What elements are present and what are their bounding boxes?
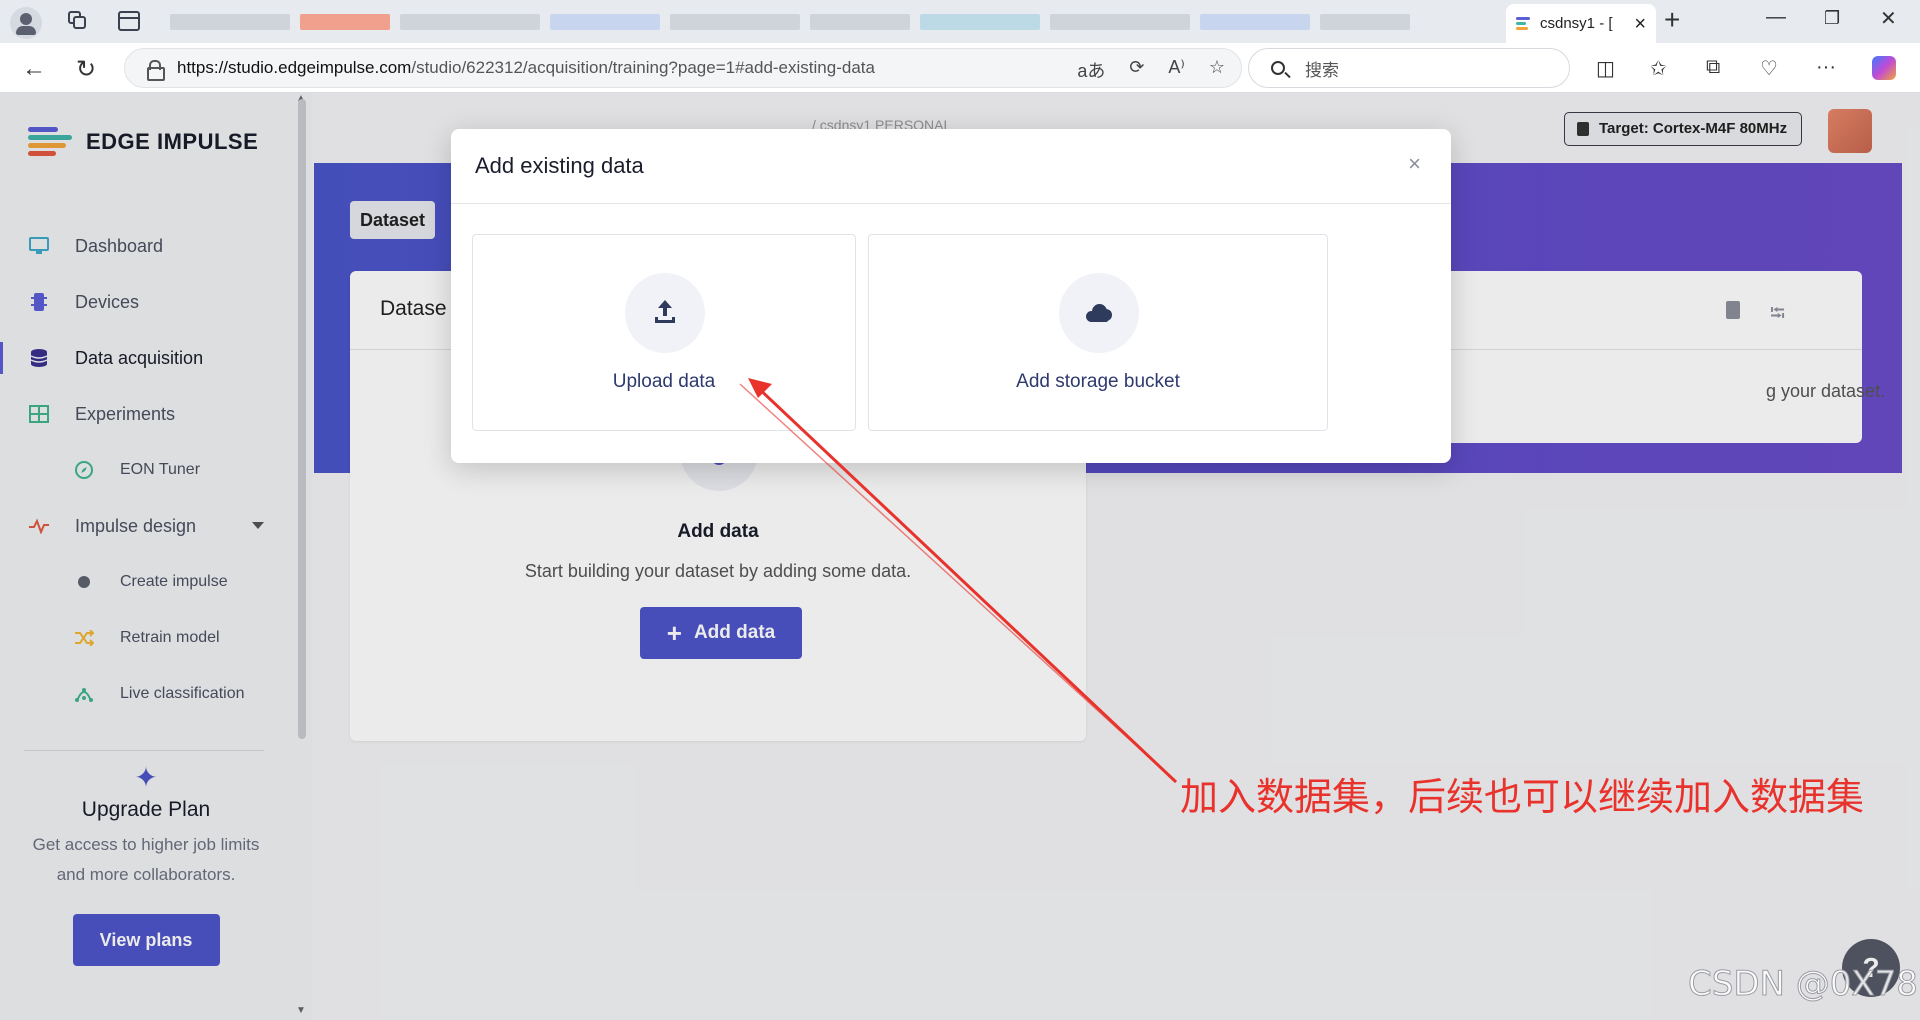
active-tab[interactable]: csdnsy1 - [ × (1506, 4, 1656, 43)
upload-data-option[interactable]: Upload data (472, 234, 856, 431)
search-icon (1271, 61, 1285, 75)
minimize-icon[interactable]: — (1766, 6, 1786, 29)
search-input[interactable]: 搜索 (1248, 48, 1570, 88)
modal-title: Add existing data (475, 153, 644, 178)
active-tab-title: csdnsy1 - [ (1540, 15, 1613, 32)
favorite-icon[interactable]: ☆ (1209, 57, 1225, 83)
vertical-tabs-icon[interactable] (118, 11, 140, 31)
back-icon[interactable]: ← (22, 55, 46, 83)
url-host: https://studio.edgeimpulse.com (177, 58, 412, 77)
blurred-tabs (170, 10, 1500, 34)
health-icon[interactable]: ♡ (1760, 56, 1778, 81)
url-path: /studio/622312/acquisition/training?page… (411, 58, 875, 77)
add-existing-data-modal: Add existing data × Upload data Add stor… (451, 129, 1451, 463)
add-storage-bucket-label: Add storage bucket (1016, 371, 1180, 392)
watermark: CSDN @0X78 (1688, 964, 1919, 1005)
favorites-icon[interactable]: ✩ (1650, 56, 1667, 81)
upload-data-label: Upload data (612, 371, 716, 392)
more-icon[interactable]: ··· (1816, 56, 1836, 79)
cloud-icon (1059, 273, 1139, 353)
upload-icon (625, 273, 705, 353)
close-tab-icon[interactable]: × (1634, 13, 1646, 36)
translate-icon[interactable]: aあ (1077, 57, 1105, 83)
annotation-text: 加入数据集，后续也可以继续加入数据集 (1180, 775, 1865, 819)
read-aloud-icon[interactable]: A⁾ (1168, 57, 1184, 83)
address-bar: ← ↻ https://studio.edgeimpulse.com/studi… (0, 43, 1920, 93)
divider (451, 203, 1451, 204)
search-placeholder: 搜索 (1305, 60, 1339, 80)
profile-icon[interactable] (10, 7, 42, 39)
restore-icon[interactable]: ❐ (1824, 8, 1840, 29)
sync-icon[interactable]: ⟳ (1129, 57, 1144, 83)
browser-tab-bar: csdnsy1 - [ × + — ❐ ✕ (0, 0, 1920, 43)
lock-icon (147, 60, 165, 81)
copilot-icon[interactable] (1872, 56, 1896, 80)
url-input[interactable]: https://studio.edgeimpulse.com/studio/62… (124, 48, 1242, 88)
collections-toolbar-icon[interactable]: ⧉ (1706, 56, 1720, 79)
close-icon[interactable]: × (1408, 151, 1421, 177)
new-tab-icon[interactable]: + (1664, 4, 1680, 36)
collections-icon[interactable] (66, 11, 88, 31)
add-storage-bucket-option[interactable]: Add storage bucket (868, 234, 1328, 431)
refresh-icon[interactable]: ↻ (76, 55, 96, 84)
split-screen-icon[interactable]: ◫ (1596, 56, 1615, 81)
window-close-icon[interactable]: ✕ (1880, 6, 1897, 31)
edge-impulse-favicon (1516, 16, 1532, 31)
